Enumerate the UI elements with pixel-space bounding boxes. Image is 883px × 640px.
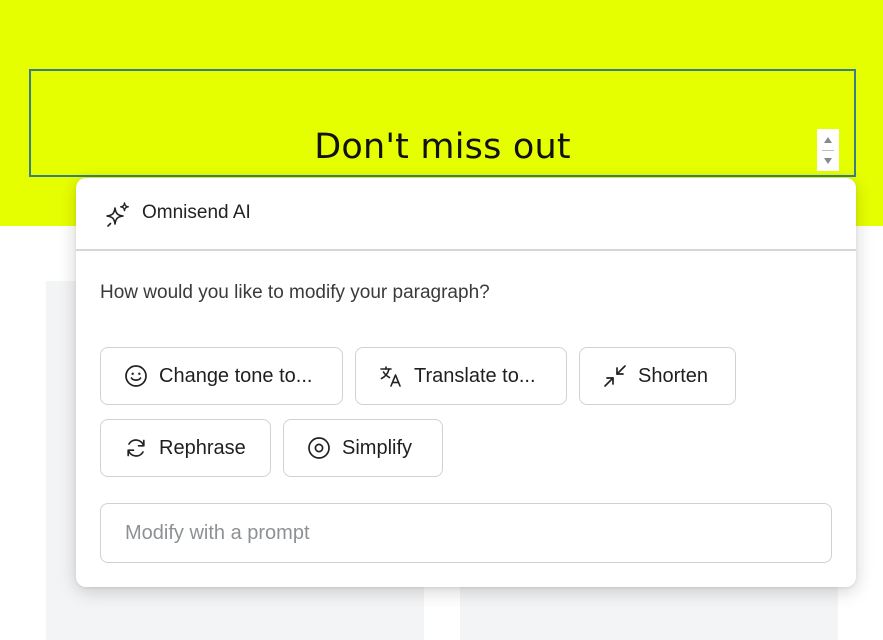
simplify-button[interactable]: Simplify bbox=[283, 419, 443, 477]
refresh-icon bbox=[127, 439, 145, 457]
stepper-down-button[interactable] bbox=[817, 151, 839, 171]
shorten-button[interactable]: Shorten bbox=[579, 347, 736, 405]
headline-text[interactable]: Don't miss out bbox=[31, 127, 854, 167]
prompt-input[interactable] bbox=[100, 503, 832, 563]
collapse-arrows-icon bbox=[604, 365, 626, 387]
smiley-icon bbox=[125, 365, 147, 387]
translate-icon bbox=[380, 366, 401, 387]
selected-text-block[interactable]: Don't miss out bbox=[29, 69, 856, 177]
panel-title: Omnisend AI bbox=[142, 202, 251, 223]
simplify-label: Simplify bbox=[342, 436, 413, 459]
target-circle-icon bbox=[308, 437, 330, 459]
sparkle-icon bbox=[106, 202, 129, 227]
modify-question: How would you like to modify your paragr… bbox=[100, 282, 490, 303]
shorten-label: Shorten bbox=[638, 364, 709, 387]
triangle-down-icon bbox=[824, 157, 832, 164]
translate-button[interactable]: Translate to... bbox=[355, 347, 567, 405]
page: Don't miss out Omnisend AI How would you… bbox=[0, 0, 883, 640]
stepper-up-button[interactable] bbox=[817, 130, 839, 150]
rephrase-button[interactable]: Rephrase bbox=[100, 419, 271, 477]
ai-assistant-panel: Omnisend AI How would you like to modify… bbox=[76, 178, 856, 587]
font-size-stepper[interactable] bbox=[817, 129, 839, 171]
triangle-up-icon bbox=[824, 136, 832, 143]
change-tone-button[interactable]: Change tone to... bbox=[100, 347, 343, 405]
rephrase-label: Rephrase bbox=[159, 436, 246, 459]
change-tone-label: Change tone to... bbox=[159, 364, 313, 387]
panel-header: Omnisend AI bbox=[76, 178, 856, 251]
translate-label: Translate to... bbox=[414, 364, 536, 387]
